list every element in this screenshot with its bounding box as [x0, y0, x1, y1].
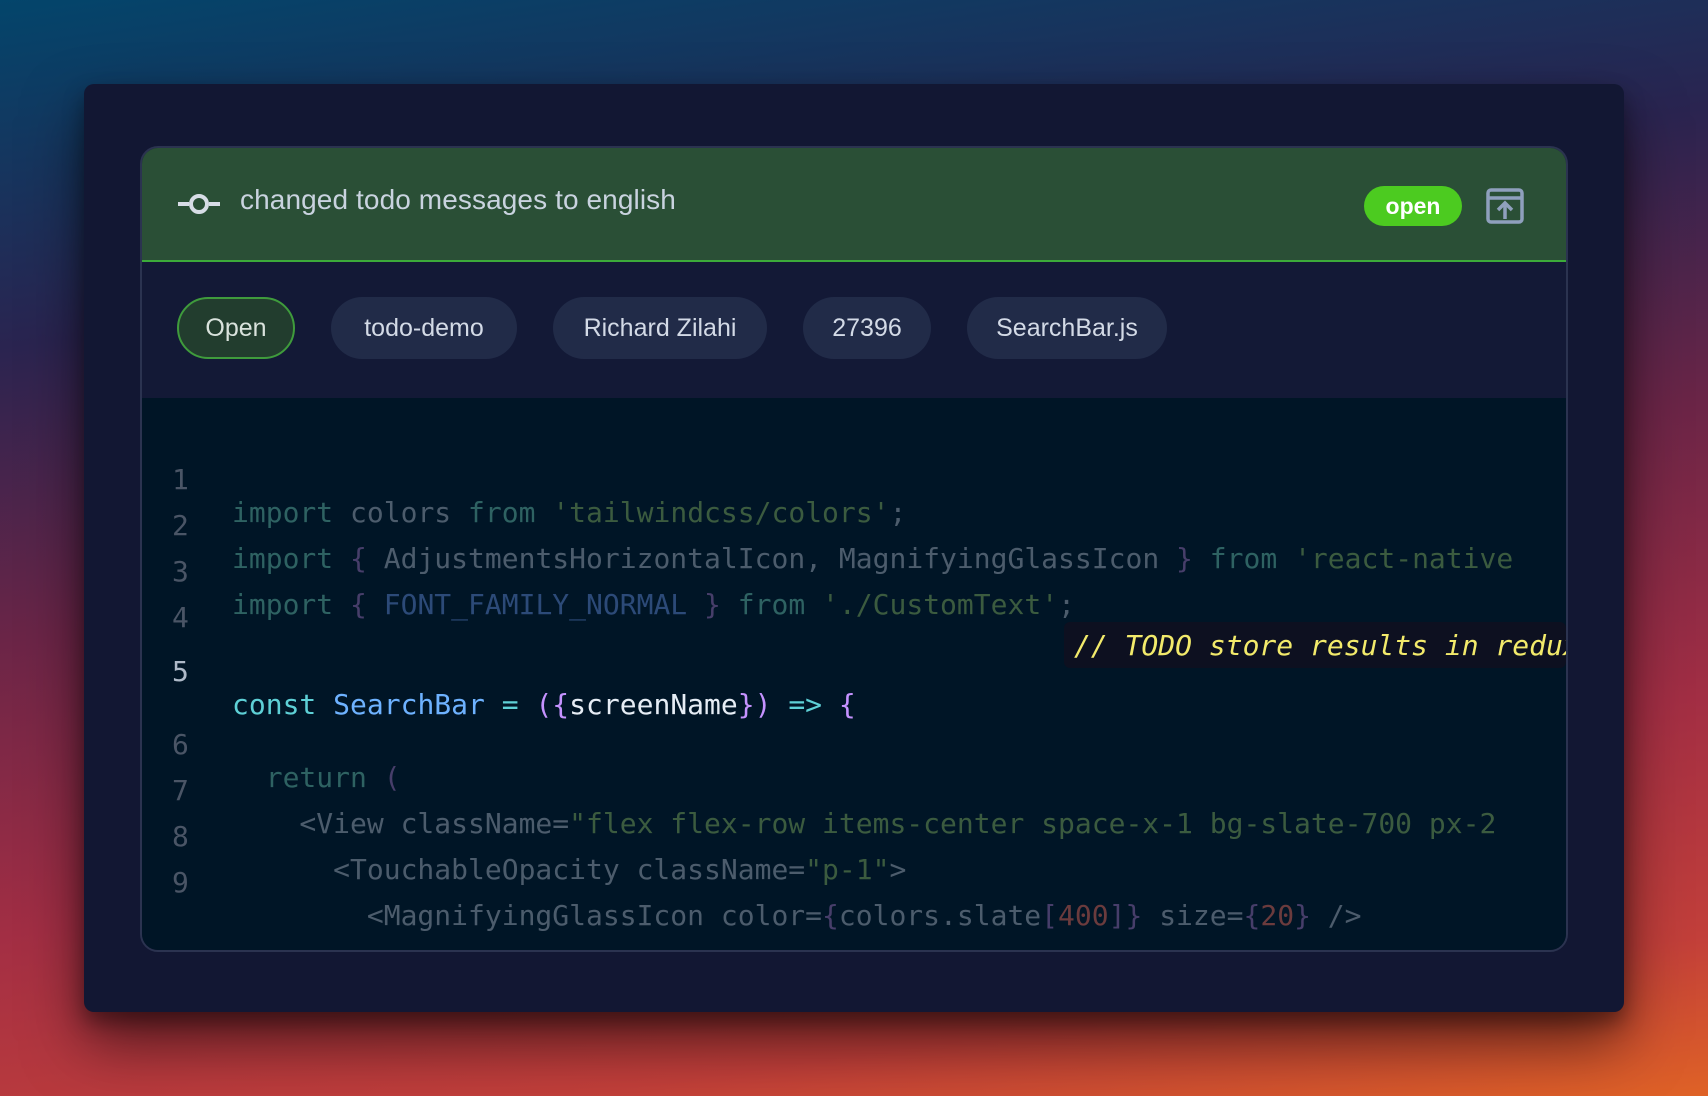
meta-chips: Open todo-demo Richard Zilahi 27396 Sear…	[142, 262, 1566, 398]
code-text: <MagnifyingGlassIcon color={colors.slate…	[232, 899, 1362, 932]
chip-id[interactable]: 27396	[803, 297, 931, 359]
code-line: 4	[142, 568, 1566, 634]
code-line: 9 <MagnifyingGlassIcon color={colors.sla…	[142, 833, 1566, 932]
code-line: 6 return (	[142, 695, 1566, 794]
line-number: 5	[172, 655, 189, 688]
code-line: 7 <View className="flex flex-row items-c…	[142, 741, 1566, 840]
code-line: 1 import colors from 'tailwindcss/colors…	[142, 430, 1566, 529]
open-in-window-icon[interactable]	[1486, 188, 1524, 224]
code-line: 8 <TouchableOpacity className="p-1">	[142, 787, 1566, 886]
window-frame: changed todo messages to english open Op…	[84, 84, 1624, 1012]
todo-comment: // TODO store results in redux	[1064, 622, 1566, 668]
chip-file[interactable]: SearchBar.js	[967, 297, 1167, 359]
commit-header: changed todo messages to english open	[142, 148, 1566, 262]
chip-status[interactable]: Open	[177, 297, 295, 359]
line-number: 9	[172, 866, 189, 899]
commit-title: changed todo messages to english	[240, 184, 676, 215]
chip-repository[interactable]: todo-demo	[331, 297, 517, 359]
status-badge: open	[1364, 186, 1462, 226]
code-viewer: 1 import colors from 'tailwindcss/colors…	[142, 398, 1566, 950]
code-line: 3 import { FONT_FAMILY_NORMAL } from './…	[142, 522, 1566, 621]
chip-author[interactable]: Richard Zilahi	[553, 297, 767, 359]
commit-card: changed todo messages to english open Op…	[140, 146, 1568, 952]
git-commit-icon	[178, 194, 220, 214]
code-line: 2 import { AdjustmentsHorizontalIcon, Ma…	[142, 476, 1566, 575]
